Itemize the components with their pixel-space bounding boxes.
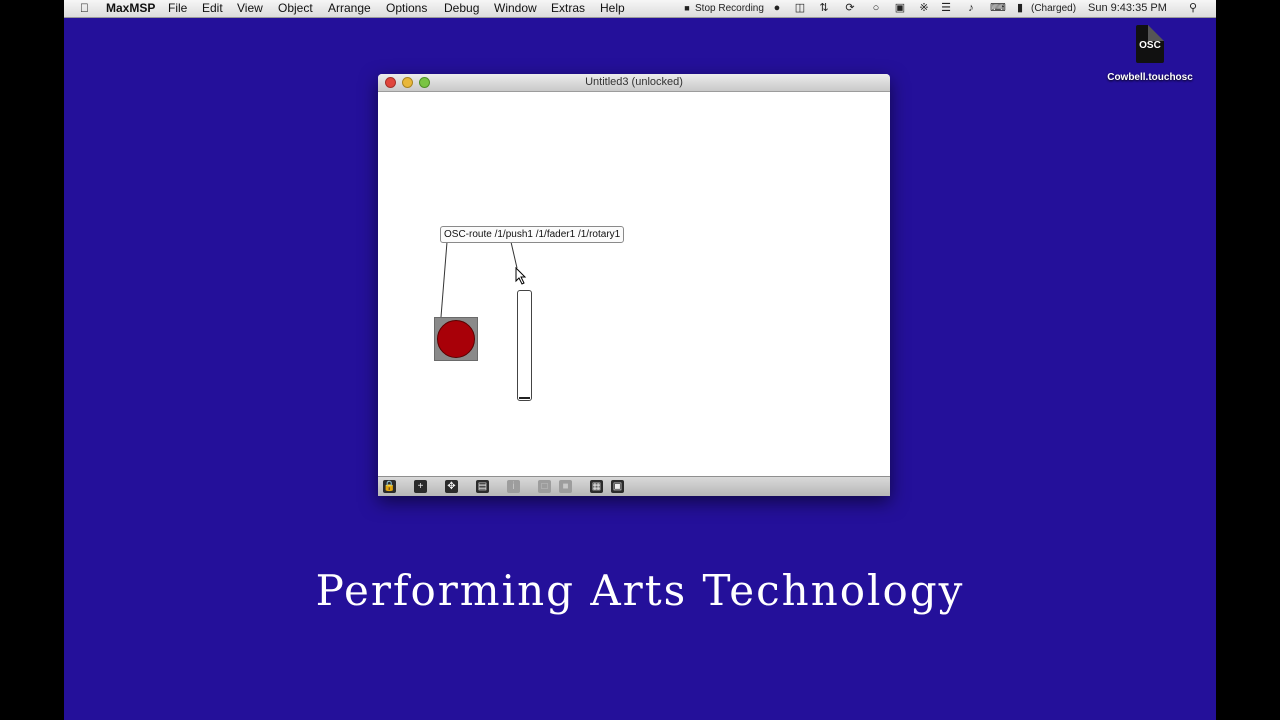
caption-title: Performing Arts Technology	[315, 566, 965, 615]
menu-view[interactable]: View	[237, 1, 263, 16]
button-object[interactable]	[434, 317, 478, 361]
fader-slider[interactable]	[517, 290, 532, 401]
volume-icon[interactable]: ♪	[965, 2, 977, 14]
menu-options[interactable]: Options	[386, 1, 427, 16]
lock-icon[interactable]: 🔒	[383, 480, 396, 493]
status-circle-icon[interactable]: ○	[870, 2, 882, 14]
touchosc-file-label[interactable]: Cowbell.touchosc	[1094, 72, 1206, 83]
window-titlebar[interactable]: Untitled3 (unlocked)	[378, 74, 890, 92]
button-indicator	[437, 320, 475, 358]
menu-extras[interactable]: Extras	[551, 1, 585, 16]
transfer-status-icon[interactable]: ⇅	[818, 2, 830, 14]
lock-status-icon[interactable]: ●	[771, 2, 783, 14]
battery-icon[interactable]: ▮	[1014, 2, 1026, 14]
menu-bar:  MaxMSP File Edit View Object Arrange O…	[64, 0, 1216, 18]
move-icon[interactable]: ✥	[445, 480, 458, 493]
patcher-canvas[interactable]: OSC-route /1/push1 /1/fader1 /1/rotary1	[378, 92, 890, 476]
stop-recording-label[interactable]: Stop Recording	[695, 1, 764, 16]
menu-app-name[interactable]: MaxMSP	[106, 1, 155, 16]
presentation-icon[interactable]: ▤	[476, 480, 489, 493]
spotlight-search-icon[interactable]: ⚲	[1187, 2, 1199, 14]
window-title: Untitled3 (unlocked)	[585, 76, 683, 88]
menu-object[interactable]: Object	[278, 1, 313, 16]
send-back-icon[interactable]: □	[538, 480, 551, 493]
battery-status[interactable]: (Charged)	[1031, 1, 1076, 16]
snap-icon[interactable]: ▣	[611, 480, 624, 493]
wifi-icon[interactable]: ☰	[940, 2, 952, 14]
menu-debug[interactable]: Debug	[444, 1, 479, 16]
menu-edit[interactable]: Edit	[202, 1, 223, 16]
patcher-window: Untitled3 (unlocked) OSC-route /1/push1 …	[378, 74, 890, 496]
fader-knob[interactable]	[519, 397, 530, 399]
osc-route-object[interactable]: OSC-route /1/push1 /1/fader1 /1/rotary1	[440, 226, 625, 243]
patch-cords	[440, 241, 527, 318]
sync-icon[interactable]: ⟳	[844, 2, 856, 14]
patch-cord-fader	[510, 241, 518, 269]
menu-file[interactable]: File	[168, 1, 187, 16]
desktop:  MaxMSP File Edit View Object Arrange O…	[64, 0, 1216, 720]
record-icon[interactable]: ■	[681, 2, 693, 14]
menu-help[interactable]: Help	[600, 1, 625, 16]
touchosc-file-icon[interactable]: OSC	[1136, 25, 1164, 63]
apple-icon[interactable]: 	[80, 1, 89, 16]
new-object-icon[interactable]: +	[414, 480, 427, 493]
bluetooth-icon[interactable]: ※	[918, 2, 930, 14]
keyboard-icon[interactable]: ⌨	[990, 2, 1006, 14]
grid-icon[interactable]: ▦	[590, 480, 603, 493]
menu-clock[interactable]: Sun 9:43:35 PM	[1088, 1, 1167, 16]
patcher-toolbar: 🔒 + ✥ ▤ i □ ■ ▦ ▣	[378, 476, 890, 496]
patch-cord-button	[440, 241, 448, 318]
inspector-icon[interactable]: i	[507, 480, 520, 493]
bring-front-icon[interactable]: ■	[559, 480, 572, 493]
sidebar-status-icon[interactable]: ◫	[794, 2, 806, 14]
mouse-cursor-icon	[515, 266, 527, 285]
display-icon[interactable]: ▣	[894, 2, 906, 14]
menu-window[interactable]: Window	[494, 1, 537, 16]
menu-arrange[interactable]: Arrange	[328, 1, 371, 16]
